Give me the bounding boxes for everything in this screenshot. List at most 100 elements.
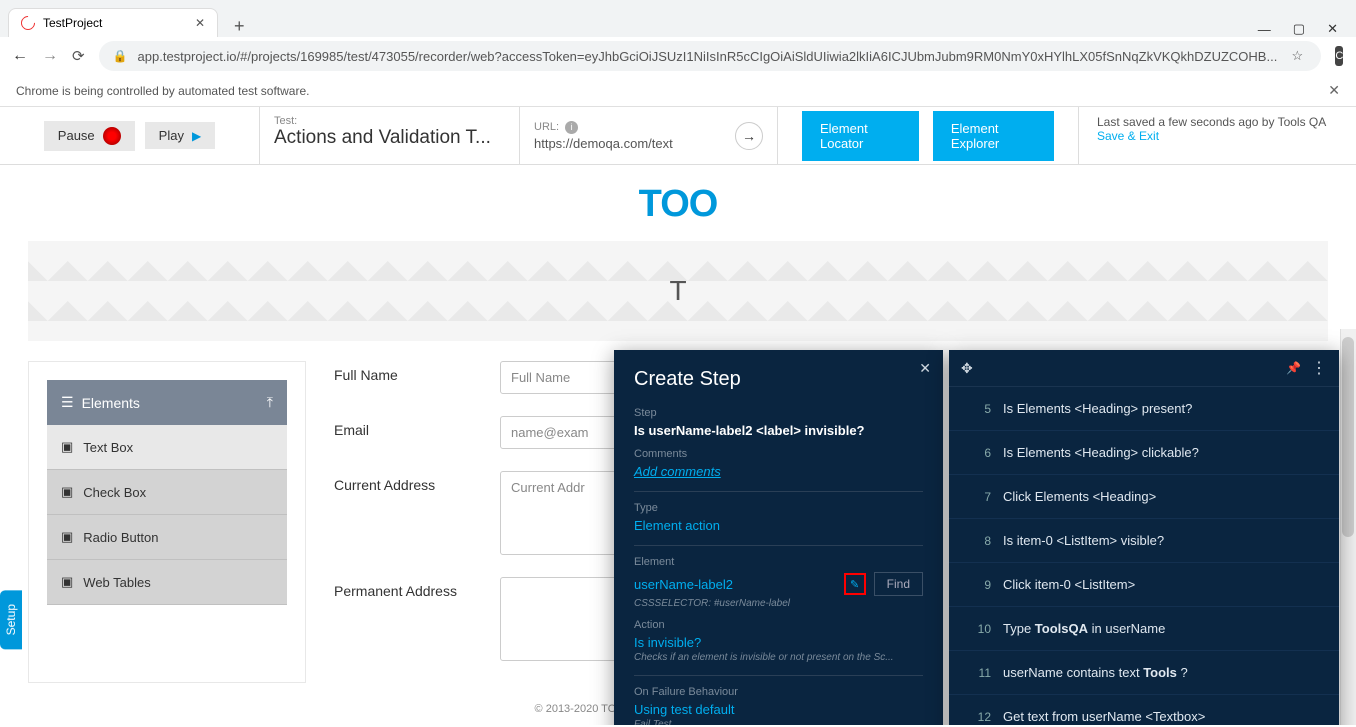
step-text: Get text from userName <Textbox> [1003,709,1205,724]
action-description: Checks if an element is invisible or not… [634,652,923,663]
lock-icon: 🔒 [113,49,128,63]
info-icon[interactable]: i [565,121,578,134]
step-number: 9 [967,578,991,592]
sidebar-header-elements[interactable]: ☰ Elements ⤒ [47,380,287,425]
forward-button[interactable]: → [42,47,58,65]
pause-button[interactable]: Pause [44,121,135,151]
step-item[interactable]: 8Is item-0 <ListItem> visible? [949,519,1339,563]
element-selector-text: CSSSELECTOR: #userName-label [634,598,923,609]
step-text: Is Elements <Heading> present? [1003,401,1192,416]
email-label: Email [334,416,486,438]
step-text: Is Elements <Heading> clickable? [1003,445,1199,460]
tab-title: TestProject [43,16,102,30]
step-description: Is userName-label2 <label> invisible? [634,423,923,438]
minimize-button[interactable]: — [1258,22,1271,37]
address-bar-row: ← → ⟳ 🔒 app.testproject.io/#/projects/16… [0,37,1356,75]
sidebar-item-text-box[interactable]: ▣ Text Box [47,425,287,470]
step-item[interactable]: 6 Is Elements <Heading> clickable? [949,431,1339,475]
step-item[interactable]: 9 Click item-0 <ListItem> [949,563,1339,607]
sidebar-item-web-tables[interactable]: ▣ Web Tables [47,560,287,605]
step-text: Type ToolsQA in userName [1003,621,1165,636]
step-item[interactable]: 5 Is Elements <Heading> present? [949,387,1339,431]
menu-icon: ☰ [61,394,74,411]
save-exit-link[interactable]: Save & Exit [1097,129,1338,143]
sidebar-item-radio-button[interactable]: ▣ Radio Button [47,515,287,560]
save-section: Last saved a few seconds ago by Tools QA… [1078,107,1356,164]
find-element-button[interactable]: Find [874,572,923,596]
sidebar-item-check-box[interactable]: ▣ Check Box [47,470,287,515]
item-icon: ▣ [61,574,73,590]
step-section-label: Step [634,407,923,419]
element-name-link[interactable]: userName-label2 [634,577,836,592]
reload-button[interactable]: ⟳ [72,47,85,65]
failure-section-label: On Failure Behaviour [634,686,923,698]
step-text: Click item-0 <ListItem> [1003,577,1135,592]
steps-list: 5 Is Elements <Heading> present? 6 Is Eleme… [949,387,1339,725]
maximize-button[interactable]: ▢ [1293,21,1305,37]
steps-panel-header: ✥ 📌 ⋮ [949,350,1339,387]
step-item[interactable]: 11userName contains text Tools ? [949,651,1339,695]
step-item[interactable]: 12Get text from userName <Textbox> [949,695,1339,725]
edit-element-icon[interactable]: ✎ [844,573,866,595]
comments-section-label: Comments [634,448,923,460]
step-number: 5 [967,402,991,416]
info-bar-close-icon[interactable]: ✕ [1328,82,1340,99]
step-number: 6 [967,446,991,460]
scrollbar-thumb[interactable] [1342,337,1354,537]
current-address-label: Current Address [334,471,486,493]
pin-icon[interactable]: 📌 [1286,361,1301,375]
item-icon: ▣ [61,484,73,500]
url-text: app.testproject.io/#/projects/169985/tes… [138,49,1278,64]
address-bar[interactable]: 🔒 app.testproject.io/#/projects/169985/t… [99,41,1322,71]
action-value-link[interactable]: Is invisible? [634,635,923,650]
move-handle-icon[interactable]: ✥ [961,360,973,377]
url-section: URL: i https://demoqa.com/text → [520,107,778,164]
collapse-icon[interactable]: ⤒ [267,394,273,411]
panel-menu-icon[interactable]: ⋮ [1311,358,1327,378]
test-title: Actions and Validation T... [274,127,505,149]
step-text: Is item-0 <ListItem> visible? [1003,533,1164,548]
test-label: Test: [274,115,505,127]
new-tab-button[interactable]: + [224,16,255,37]
toolsqa-logo: TOO [0,183,1356,226]
panel-close-icon[interactable]: ✕ [919,360,931,377]
step-item[interactable]: 7Click Elements <Heading> [949,475,1339,519]
panel-title: Create Step [634,368,923,391]
record-dot-icon [103,127,121,145]
site-favicon [18,13,38,33]
step-number: 7 [967,490,991,504]
extension-c-icon[interactable]: C [1335,46,1343,66]
steps-panel: ✥ 📌 ⋮ 5 Is Elements <Heading> present? 6 Is… [949,350,1339,725]
navigate-button[interactable]: → [735,122,763,150]
url-value: https://demoqa.com/text [534,136,673,151]
element-locator-button[interactable]: Element Locator [802,111,919,161]
type-value-link[interactable]: Element action [634,518,923,533]
setup-side-tab[interactable]: Setup [0,590,22,649]
type-section-label: Type [634,502,923,514]
action-section-label: Action [634,619,923,631]
tab-close-icon[interactable]: ✕ [195,16,205,30]
item-icon: ▣ [61,439,73,455]
element-explorer-button[interactable]: Element Explorer [933,111,1054,161]
star-icon[interactable]: ☆ [1287,46,1307,66]
failure-value-link[interactable]: Using test default [634,702,923,717]
test-name-section: Test: Actions and Validation T... [260,107,520,164]
play-icon: ▶ [192,129,201,143]
play-button[interactable]: Play ▶ [145,122,216,149]
failure-subtext: Fail Test [634,719,923,725]
window-controls: — ▢ ✕ [1258,21,1356,37]
page-content: TOO T ☰ Elements ⤒ ▣ Text Box ▣ Check Bo… [0,165,1356,725]
category-sidebar: ☰ Elements ⤒ ▣ Text Box ▣ Check Box ▣ Ra… [28,361,306,683]
permanent-address-label: Permanent Address [334,577,486,599]
browser-chrome: TestProject ✕ + — ▢ ✕ ← → ⟳ 🔒 app.testpr… [0,0,1356,75]
add-comments-link[interactable]: Add comments [634,464,923,479]
url-label: URL: [534,121,559,133]
tab-strip: TestProject ✕ + — ▢ ✕ [0,0,1356,37]
step-item[interactable]: 10Type ToolsQA in userName [949,607,1339,651]
scrollbar-track[interactable] [1340,329,1356,725]
browser-tab[interactable]: TestProject ✕ [8,8,218,37]
back-button[interactable]: ← [12,47,28,65]
hero-banner: T [28,241,1328,341]
close-button[interactable]: ✕ [1327,21,1338,37]
recorder-toolbar: Pause Play ▶ Test: Actions and Validatio… [0,107,1356,165]
